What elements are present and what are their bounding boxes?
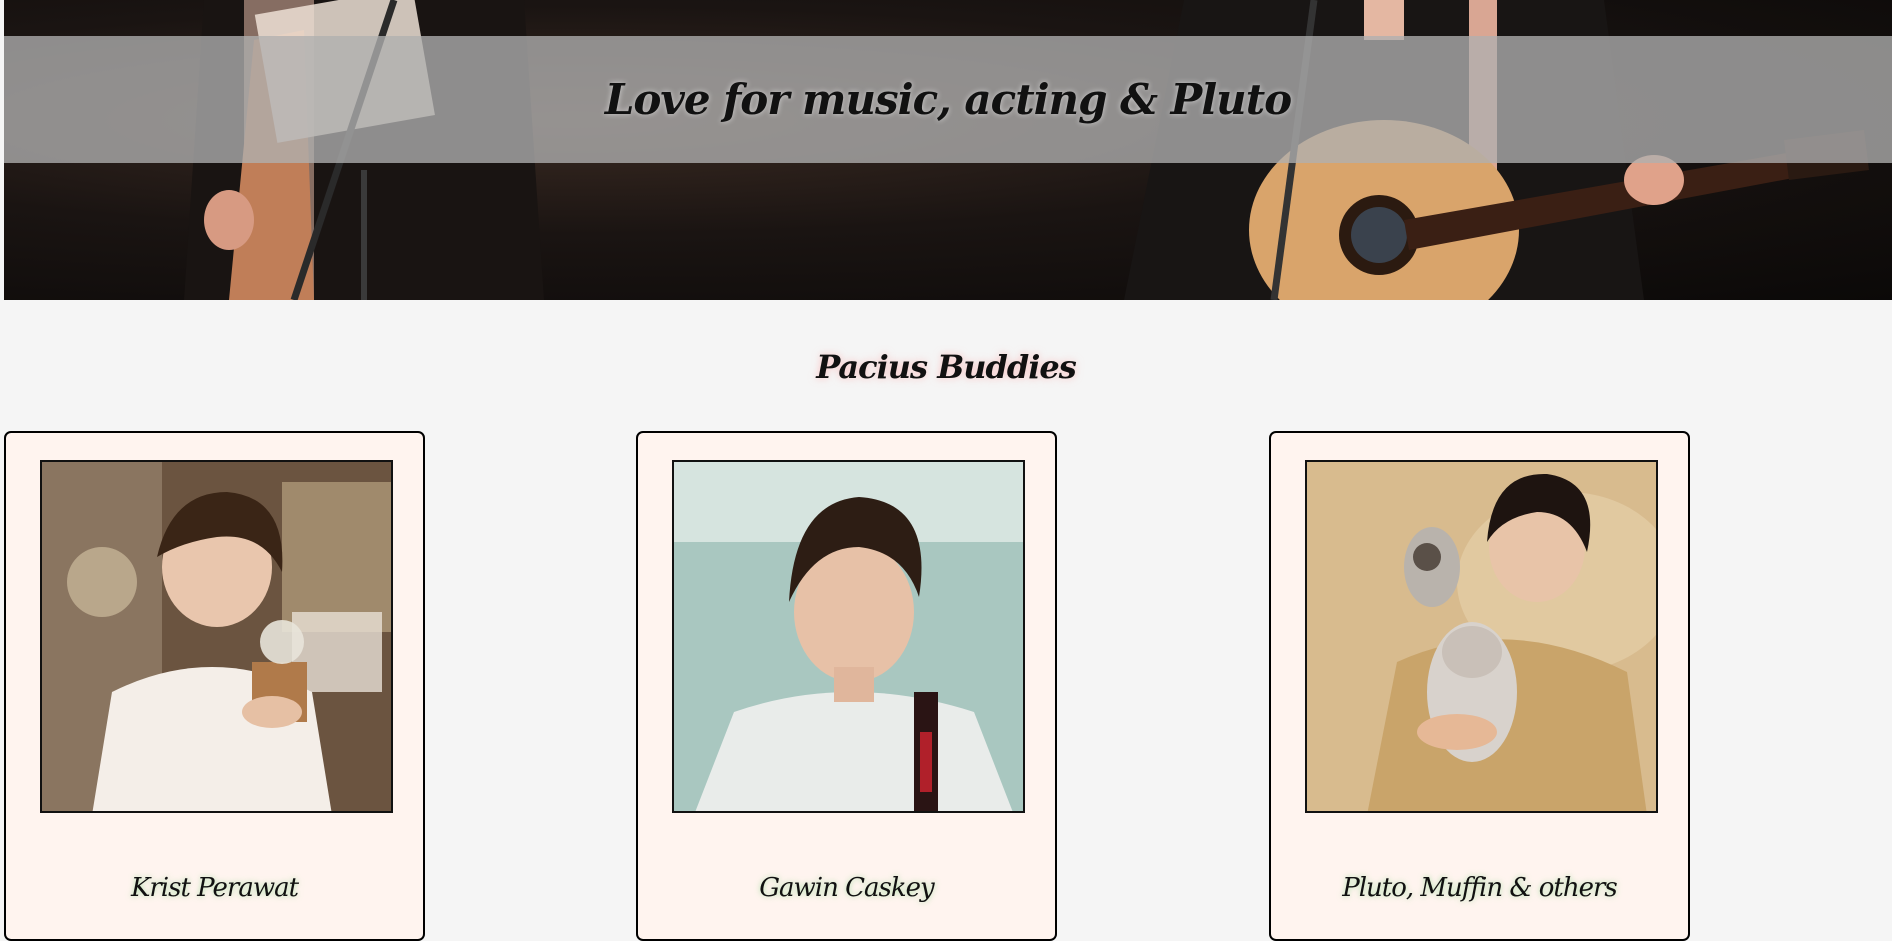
buddy-name: Pluto, Muffin & others (1342, 873, 1618, 903)
buddy-card-gawin: Gawin Caskey (636, 431, 1057, 941)
buddy-photo-krist (40, 460, 393, 813)
hero-title-bar: Love for music, acting & Pluto (4, 36, 1892, 163)
hero-title: Love for music, acting & Pluto (604, 75, 1292, 124)
hero-banner: Love for music, acting & Pluto (4, 0, 1892, 300)
buddy-photo-gawin-image (674, 462, 1023, 811)
buddy-name: Gawin Caskey (759, 873, 934, 903)
buddy-name: Krist Perawat (130, 873, 299, 903)
buddy-photo-pluto (1305, 460, 1658, 813)
section-title: Pacius Buddies (816, 348, 1077, 386)
buddy-card-pluto: Pluto, Muffin & others (1269, 431, 1690, 941)
buddy-photo-pluto-image (1307, 462, 1656, 811)
buddy-card-krist: Krist Perawat (4, 431, 425, 941)
buddy-photo-krist-image (42, 462, 391, 811)
buddy-photo-gawin (672, 460, 1025, 813)
